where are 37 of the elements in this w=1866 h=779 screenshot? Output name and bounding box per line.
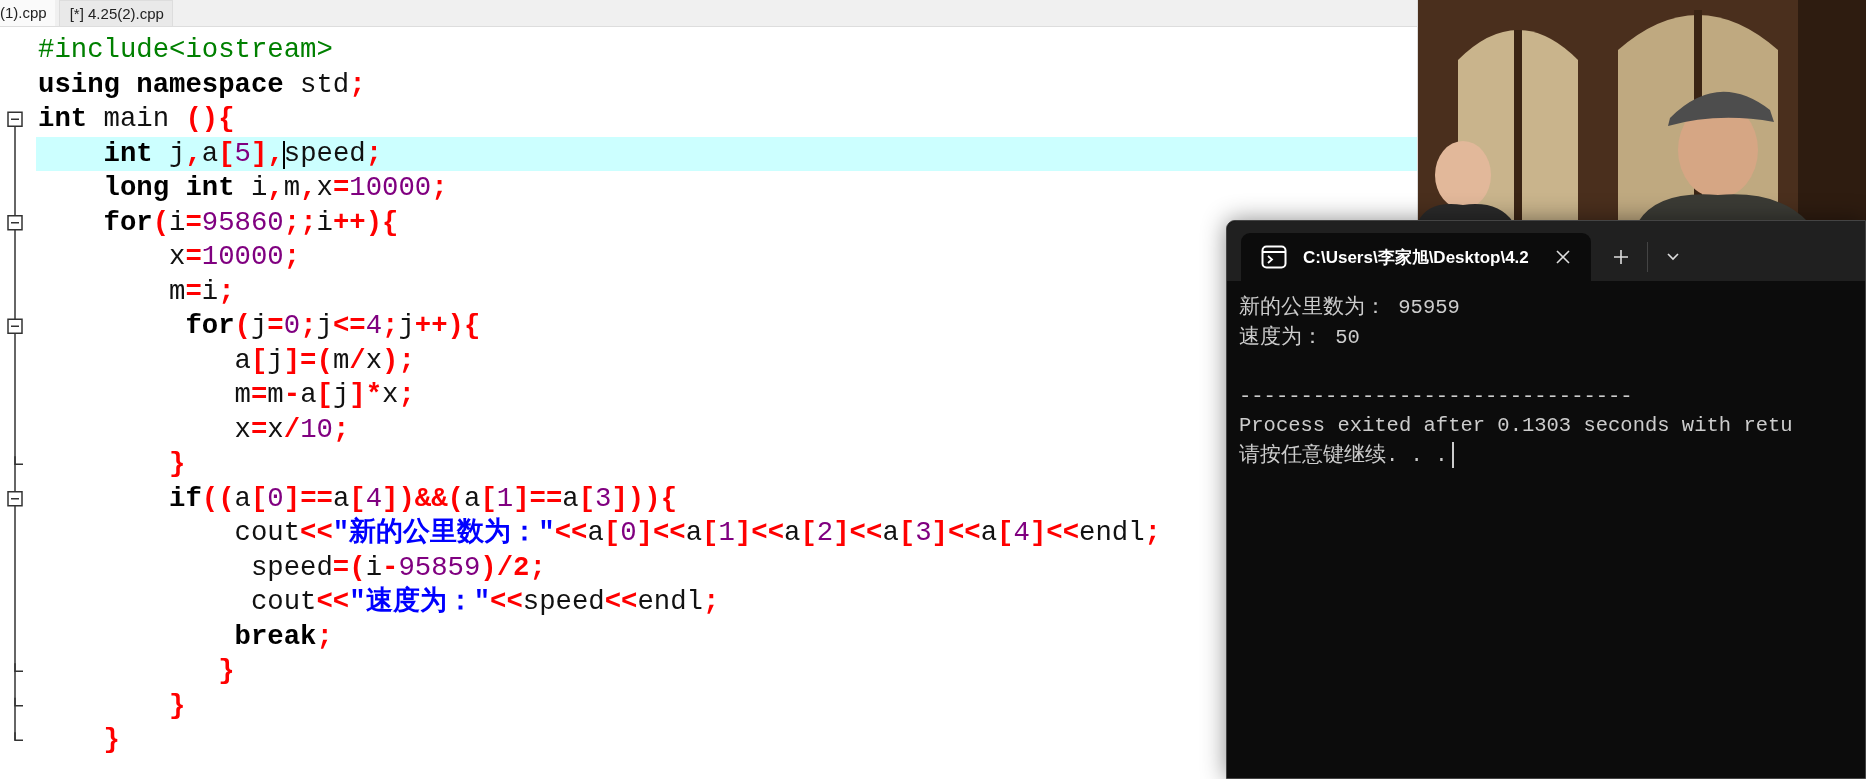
collapse-icon[interactable] [7, 491, 23, 507]
close-icon [1554, 249, 1571, 265]
code-line: m=i; [168, 274, 235, 309]
console-line: Process exited after 0.1303 seconds with retu [1239, 413, 1793, 439]
console-line: 新的公里数为： 95959 [1239, 294, 1460, 321]
collapse-icon[interactable] [7, 318, 23, 334]
code-line: } [102, 723, 120, 757]
code-line: a[j]=(m/x); [233, 343, 415, 378]
code-line: for(i=95860;;i++){ [102, 205, 399, 240]
code-line: cout<<"新的公里数为："<<a[0]<<a[1]<<a[2]<<a[3]<<a[4]<<endl; [233, 516, 1161, 550]
collapse-icon[interactable] [7, 111, 23, 127]
code-line: for(j=0;j<=4;j++){ [184, 309, 481, 343]
file-tab[interactable]: (1).cpp [0, 0, 55, 26]
code-line: break; [233, 619, 333, 654]
chevron-down-icon [1665, 252, 1680, 262]
code-line: } [168, 688, 186, 723]
terminal-icon [1261, 245, 1287, 269]
code-line: long int i,m,x=10000; [102, 171, 448, 205]
tab-title: C:\Users\李家旭\Desktop\4.2 [1303, 246, 1529, 269]
code-line: x=x/10; [233, 412, 350, 447]
code-line: } [217, 654, 235, 688]
console-line: 请按任意键继续. . . [1239, 442, 1448, 469]
code-line: if((a[0]==a[4])&&(a[1]==a[3])){ [168, 481, 677, 516]
file-tab[interactable]: [*] 4.25(2).cpp [58, 0, 173, 26]
code-line: #include<iostream> [37, 33, 333, 67]
code-line: using namespace std; [37, 67, 366, 102]
terminal-tab[interactable]: C:\Users\李家旭\Desktop\4.2 [1241, 233, 1591, 281]
console-line: -------------------------------- [1239, 383, 1633, 410]
code-line: int main (){ [37, 102, 235, 136]
plus-icon [1612, 249, 1629, 265]
code-line: x=10000; [168, 240, 301, 274]
code-line: speed=(i-95859)/2; [249, 550, 546, 585]
collapse-icon[interactable] [7, 215, 23, 231]
code-line: } [168, 447, 186, 481]
console-line: 速度为： 50 [1239, 324, 1360, 351]
code-line: cout<<"速度为："<<speed<<endl; [249, 585, 720, 619]
code-line: m=m-a[j]*x; [233, 378, 415, 412]
